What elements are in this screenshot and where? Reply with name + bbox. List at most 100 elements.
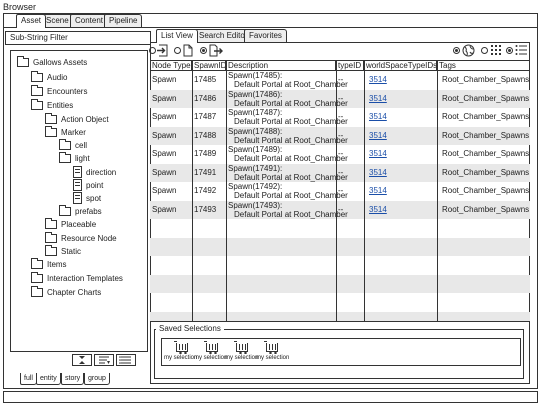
document-icon xyxy=(73,192,82,204)
header-type-id[interactable]: typeID xyxy=(336,61,364,71)
tree-item-label: Chapter Charts xyxy=(47,287,102,297)
header-description[interactable]: Description xyxy=(226,61,336,71)
folder-icon xyxy=(17,55,29,67)
tree-item-label: Encounters xyxy=(47,86,88,96)
list-view-icon[interactable] xyxy=(515,44,527,56)
cart-icon[interactable] xyxy=(234,341,248,354)
cell-node-type: Spawn xyxy=(152,93,177,103)
world-space-type-id-link[interactable]: 3514 xyxy=(369,168,387,177)
collapse-icon[interactable] xyxy=(72,354,92,366)
cell-tags: Root_Chamber_Spawns xyxy=(442,186,530,195)
tree-item[interactable]: light xyxy=(59,151,90,164)
tree-item[interactable]: Items xyxy=(31,257,67,270)
radio-export[interactable] xyxy=(200,47,207,54)
radio-list[interactable] xyxy=(506,47,513,54)
tree-item[interactable]: Entities xyxy=(31,98,73,111)
tab-favorites[interactable]: Favorites xyxy=(244,29,287,42)
import-icon[interactable] xyxy=(157,44,169,57)
cell-world-space-type-id: 3514 xyxy=(364,201,387,219)
description-line-1: Spawn(17485): xyxy=(228,71,283,80)
tree-item[interactable]: Static xyxy=(45,244,81,257)
world-space-type-id-link[interactable]: 3514 xyxy=(369,94,387,103)
cell-type-id: -- xyxy=(338,112,344,121)
tab-entity[interactable]: entity xyxy=(36,373,61,385)
header-world-space-type-ids[interactable]: worldSpaceTypeIDs xyxy=(364,61,437,71)
cell-node-type: Spawn xyxy=(152,204,177,214)
world-space-type-id-link[interactable]: 3514 xyxy=(369,186,387,195)
radio-new[interactable] xyxy=(174,47,181,54)
world-space-type-id-link[interactable]: 3514 xyxy=(369,75,387,84)
header-spawn-id[interactable]: SpawnID xyxy=(192,61,226,71)
grid-view-icon[interactable] xyxy=(490,44,502,56)
export-icon[interactable] xyxy=(209,44,223,57)
world-space-type-id-link[interactable]: 3514 xyxy=(369,149,387,158)
cart-icon[interactable] xyxy=(204,341,218,354)
saved-selection-label[interactable]: my selection xyxy=(164,355,197,361)
tab-content[interactable]: Content xyxy=(70,14,109,27)
new-file-icon[interactable] xyxy=(183,44,193,57)
tree-item[interactable]: Interaction Templates xyxy=(31,271,123,284)
saved-selections-title: Saved Selections xyxy=(156,324,224,333)
substring-filter-input[interactable]: Sub-String Filter xyxy=(5,31,151,45)
tree-item[interactable]: Encounters xyxy=(31,84,88,97)
radio-grid[interactable] xyxy=(481,47,488,54)
tree-item[interactable]: prefabs xyxy=(59,204,102,217)
cell-description: Spawn(17487): Default Portal at Root_Cham… xyxy=(226,108,348,126)
tree-item[interactable]: direction xyxy=(73,166,116,178)
cell-tags: Root_Chamber_Spawns xyxy=(442,204,530,214)
tree-item[interactable]: spot xyxy=(73,192,101,204)
tree-item[interactable]: Marker xyxy=(45,125,86,138)
empty-table-row xyxy=(150,219,530,237)
tab-list-view[interactable]: List View xyxy=(156,29,198,43)
tree-item[interactable]: Action Object xyxy=(45,112,109,125)
radio-import[interactable] xyxy=(149,47,156,54)
radio-globe[interactable] xyxy=(453,47,460,54)
cell-description: Spawn(17493): Default Portal at Root_Cham… xyxy=(226,201,348,219)
tree-item[interactable]: Gallows Assets xyxy=(17,55,88,68)
tree-item[interactable]: Placeable xyxy=(45,217,96,230)
world-space-type-id-link[interactable]: 3514 xyxy=(369,205,387,214)
world-space-type-id-link[interactable]: 3514 xyxy=(369,112,387,121)
tree-item-label: Items xyxy=(47,259,67,269)
tree-item-label: spot xyxy=(86,193,102,203)
cell-type-id: -- xyxy=(338,167,344,177)
tree-item[interactable]: Audio xyxy=(31,70,68,83)
filter-icon[interactable] xyxy=(94,354,114,366)
cell-description: Spawn(17492): Default Portal at Root_Cham… xyxy=(226,182,348,200)
cell-tags: Root_Chamber_Spawns xyxy=(442,75,530,84)
cell-spawn-id: 17491 xyxy=(194,167,217,177)
saved-selection-label[interactable]: my selection xyxy=(256,355,289,361)
tab-story[interactable]: story xyxy=(61,373,85,385)
saved-selection-label[interactable]: my selection xyxy=(194,355,227,361)
tree-item[interactable]: Resource Node xyxy=(45,231,117,244)
tree-item-label: Marker xyxy=(61,127,86,137)
cell-spawn-id: 17488 xyxy=(194,130,217,140)
tree-item[interactable]: point xyxy=(73,179,103,191)
tab-pipeline[interactable]: Pipeline xyxy=(104,14,143,27)
cell-tags: Root_Chamber_Spawns xyxy=(442,130,530,140)
cart-icon[interactable] xyxy=(264,341,278,354)
document-icon xyxy=(73,166,82,178)
globe-icon[interactable] xyxy=(462,44,475,57)
tree-item-label: Gallows Assets xyxy=(33,57,88,67)
cell-world-space-type-id: 3514 xyxy=(364,145,387,163)
empty-table-row xyxy=(150,274,530,293)
tree-item-label: Audio xyxy=(47,72,68,82)
tree-item[interactable]: Chapter Charts xyxy=(31,285,102,298)
cart-icon[interactable] xyxy=(174,341,188,354)
list-icon[interactable] xyxy=(116,354,136,366)
header-node-type[interactable]: Node Type xyxy=(150,61,192,71)
folder-icon xyxy=(31,98,43,110)
saved-selection-label[interactable]: my selection xyxy=(225,355,258,361)
tab-full[interactable]: full xyxy=(20,373,37,385)
cell-node-type: Spawn xyxy=(152,186,177,195)
tab-group[interactable]: group xyxy=(84,373,110,385)
tree-item[interactable]: cell xyxy=(59,138,87,151)
cell-spawn-id: 17492 xyxy=(194,186,217,195)
tab-asset[interactable]: Asset xyxy=(16,14,47,28)
cell-spawn-id: 17485 xyxy=(194,75,217,84)
header-tags[interactable]: Tags xyxy=(437,61,530,71)
world-space-type-id-link[interactable]: 3514 xyxy=(369,131,387,140)
description-line-2: Default Portal at Root_Chamber xyxy=(234,209,348,219)
empty-table-row xyxy=(150,311,530,321)
